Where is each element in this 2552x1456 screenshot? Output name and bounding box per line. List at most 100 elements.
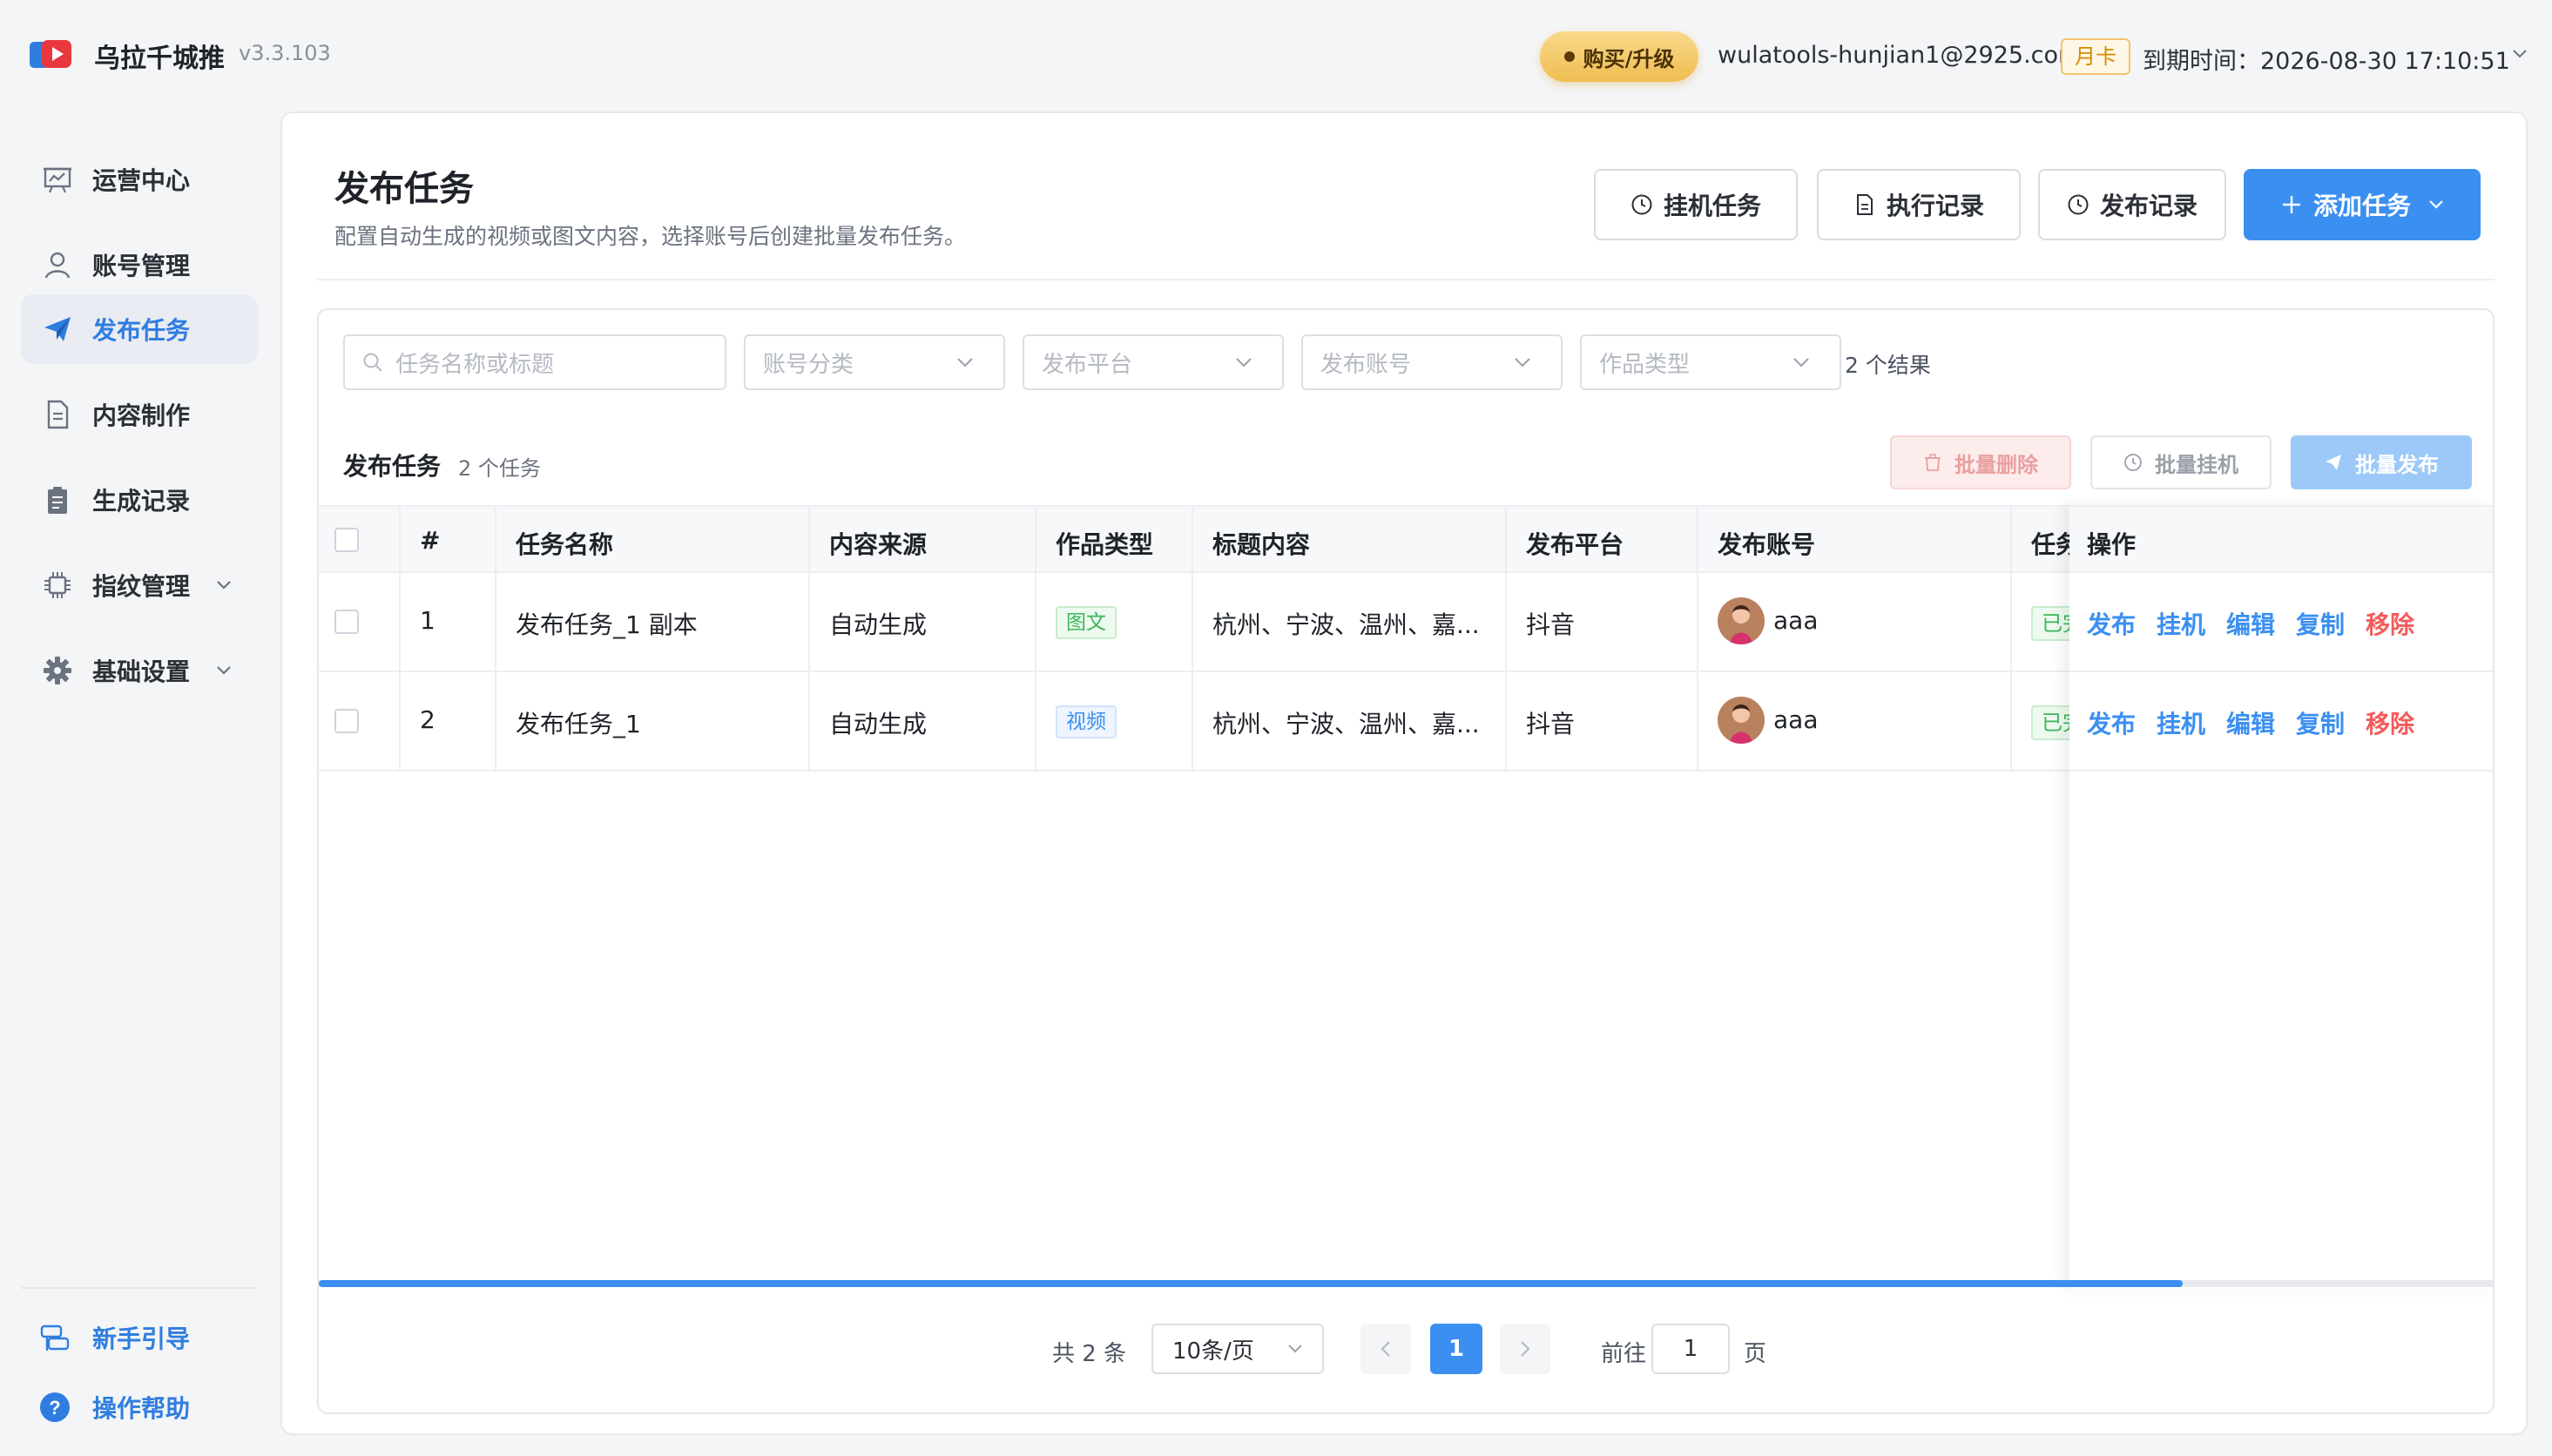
row-source: 自动生成: [829, 710, 928, 738]
account-category-select[interactable]: 账号分类: [744, 334, 1005, 390]
dashboard-icon: [44, 167, 71, 193]
user-email: wulatools-hunjian1@2925.com: [1718, 42, 2082, 69]
goto-suffix: 页: [1744, 1341, 1767, 1367]
work-type-select[interactable]: 作品类型: [1580, 334, 1841, 390]
sidebar-item-label: 账号管理: [92, 252, 191, 280]
row-index: 1: [420, 606, 435, 635]
hook-tasks-button[interactable]: 挂机任务: [1594, 169, 1798, 240]
sidebar-item-label: 运营中心: [92, 166, 191, 195]
avatar: [1718, 697, 1765, 744]
app-logo-icon: [30, 40, 71, 68]
sidebar-item-fingerprint[interactable]: 指纹管理: [21, 550, 258, 620]
publish-link[interactable]: 发布: [2087, 606, 2136, 641]
row-type-tag: 视频: [1056, 705, 1117, 738]
avatar: [1718, 597, 1765, 644]
row-account-name: aaa: [1773, 705, 1819, 734]
header-divider: [317, 279, 2495, 280]
col-header-account: 发布账号: [1718, 530, 1816, 559]
publish-records-label: 发布记录: [2099, 192, 2198, 220]
sidebar-item-label: 基础设置: [92, 657, 191, 686]
main-panel: 发布任务 配置自动生成的视频或图文内容，选择账号后创建批量发布任务。 挂机任务 …: [280, 111, 2528, 1435]
task-list-card: 任务名称或标题 账号分类 发布平台 发布账号 作品类型 2 个结果 发布任务 2…: [317, 308, 2495, 1414]
account-select[interactable]: 发布账号: [1301, 334, 1563, 390]
clipboard-icon: [48, 487, 67, 514]
work-type-placeholder: 作品类型: [1599, 351, 1691, 378]
search-input[interactable]: 任务名称或标题: [343, 334, 726, 390]
remove-link[interactable]: 移除: [2366, 606, 2414, 641]
actions-header: 操作: [2069, 505, 2493, 573]
row-checkbox[interactable]: [334, 709, 359, 733]
row-task-name: 发布任务_1 副本: [516, 610, 698, 639]
copy-link[interactable]: 复制: [2296, 705, 2345, 740]
hook-link[interactable]: 挂机: [2157, 606, 2205, 641]
col-header-source: 内容来源: [829, 530, 928, 559]
sidebar-item-accounts[interactable]: 账号管理: [21, 230, 258, 300]
sidebar: 运营中心 账号管理 发布任务 内容制作 生成记录 指纹管理 基础设置 新手引导 …: [0, 111, 279, 1456]
row-title: 杭州、宁波、温州、嘉...: [1212, 710, 1480, 738]
sidebar-item-label: 生成记录: [92, 487, 191, 516]
add-task-button[interactable]: 添加任务: [2244, 169, 2481, 240]
sidebar-guide-link[interactable]: 新手引导: [38, 1311, 190, 1364]
prev-page-button[interactable]: [1360, 1324, 1411, 1374]
top-bar: 乌拉千城推 v3.3.103 购买/升级 wulatools-hunjian1@…: [0, 0, 2552, 111]
plan-badge: 月卡: [2061, 38, 2130, 75]
sidebar-item-publish-tasks[interactable]: 发布任务: [21, 294, 258, 364]
row-type-tag: 图文: [1056, 606, 1117, 639]
publish-link[interactable]: 发布: [2087, 705, 2136, 740]
page-subtitle: 配置自动生成的视频或图文内容，选择账号后创建批量发布任务。: [334, 224, 967, 249]
platform-placeholder: 发布平台: [1042, 351, 1133, 378]
platform-select[interactable]: 发布平台: [1023, 334, 1284, 390]
send-icon: [2326, 455, 2341, 470]
upgrade-label: 购买/升级: [1583, 46, 1675, 71]
search-icon: [363, 353, 382, 372]
next-page-button[interactable]: [1500, 1324, 1550, 1374]
chevron-down-icon: [1515, 358, 1530, 367]
exec-records-label: 执行记录: [1886, 192, 1984, 220]
row-actions: 发布 挂机 编辑 复制 移除: [2069, 573, 2493, 672]
hook-link[interactable]: 挂机: [2157, 705, 2205, 740]
row-platform: 抖音: [1526, 610, 1576, 639]
clock-icon: [2124, 454, 2142, 471]
upgrade-button[interactable]: 购买/升级: [1540, 31, 1698, 82]
document-icon: [47, 400, 69, 429]
horizontal-scrollbar[interactable]: [319, 1280, 2493, 1287]
expire-text: 到期时间：2026-08-30 17:10:51: [2143, 48, 2510, 75]
svg-text:?: ?: [49, 1397, 60, 1419]
col-header-actions: 操作: [2087, 530, 2137, 559]
remove-link[interactable]: 移除: [2366, 705, 2414, 740]
page-number-current[interactable]: 1: [1430, 1324, 1482, 1374]
exec-records-button[interactable]: 执行记录: [1817, 169, 2021, 240]
batch-hook-button[interactable]: 批量挂机: [2090, 435, 2272, 489]
row-actions: 发布 挂机 编辑 复制 移除: [2069, 672, 2493, 772]
chevron-down-icon[interactable]: [2512, 49, 2528, 59]
sidebar-item-label: 内容制作: [92, 401, 191, 430]
scrollbar-thumb[interactable]: [319, 1280, 2183, 1287]
sidebar-item-gen-records[interactable]: 生成记录: [21, 465, 258, 535]
publish-records-button[interactable]: 发布记录: [2038, 169, 2226, 240]
col-header-type: 作品类型: [1056, 530, 1154, 559]
batch-delete-button[interactable]: 批量删除: [1890, 435, 2071, 489]
app-version: v3.3.103: [239, 41, 331, 65]
sidebar-item-settings[interactable]: 基础设置: [21, 636, 258, 705]
goto-page-input[interactable]: 1: [1651, 1324, 1730, 1374]
chip-icon: [44, 572, 71, 598]
edit-link[interactable]: 编辑: [2226, 606, 2275, 641]
page-size-value: 10条/页: [1172, 1338, 1254, 1365]
chevron-down-icon: [957, 358, 973, 367]
col-header-title: 标题内容: [1212, 530, 1311, 559]
trash-icon: [1925, 454, 1941, 471]
select-all-checkbox[interactable]: [334, 528, 359, 552]
sidebar-help-link[interactable]: ? 操作帮助: [38, 1381, 190, 1433]
batch-publish-button[interactable]: 批量发布: [2291, 435, 2472, 489]
hook-tasks-label: 挂机任务: [1663, 192, 1761, 220]
pagination: 共 2 条 10条/页 1 前往 1 页: [319, 1304, 2493, 1392]
sidebar-item-content[interactable]: 内容制作: [21, 380, 258, 449]
clock-icon: [1631, 194, 1652, 215]
row-checkbox[interactable]: [334, 610, 359, 634]
edit-link[interactable]: 编辑: [2226, 705, 2275, 740]
page-size-select[interactable]: 10条/页: [1151, 1324, 1324, 1374]
sidebar-item-operations[interactable]: 运营中心: [21, 145, 258, 214]
copy-link[interactable]: 复制: [2296, 606, 2345, 641]
user-icon: [44, 252, 71, 279]
sidebar-item-label: 指纹管理: [92, 572, 191, 601]
